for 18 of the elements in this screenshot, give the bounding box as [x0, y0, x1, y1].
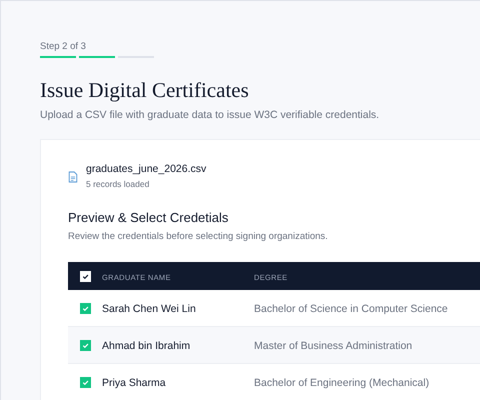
section-description: Review the credentials before selecting signing organizations.: [68, 231, 329, 242]
step-label: Step 2 of 3: [40, 41, 87, 52]
file-meta: 5 records loaded: [86, 179, 150, 189]
file-icon: [68, 171, 78, 183]
row-checkbox[interactable]: [80, 302, 90, 314]
table-cell: Bachelor of Science in Computer Science: [254, 303, 448, 315]
select-all-checkbox[interactable]: [80, 270, 90, 282]
table-cell: Bachelor of Engineering (Mechanical): [254, 377, 430, 389]
page-title: Issue Digital Certificates: [40, 78, 250, 103]
file-name: graduates_june_2026.csv: [86, 163, 206, 175]
page-subtitle: Upload a CSV file with graduate data to issue W3C verifiable credentials.: [40, 109, 380, 121]
table-cell: Sarah Chen Wei Lin: [102, 303, 196, 315]
table-cell: Priya Sharma: [102, 377, 166, 389]
row-checkbox[interactable]: [80, 376, 90, 388]
row-checkbox[interactable]: [80, 340, 90, 350]
section-title: Preview & Select Credetials: [68, 210, 230, 225]
table-cell: Master of Business Administration: [254, 340, 412, 352]
table-cell: Ahmad bin Ibrahim: [102, 340, 190, 352]
